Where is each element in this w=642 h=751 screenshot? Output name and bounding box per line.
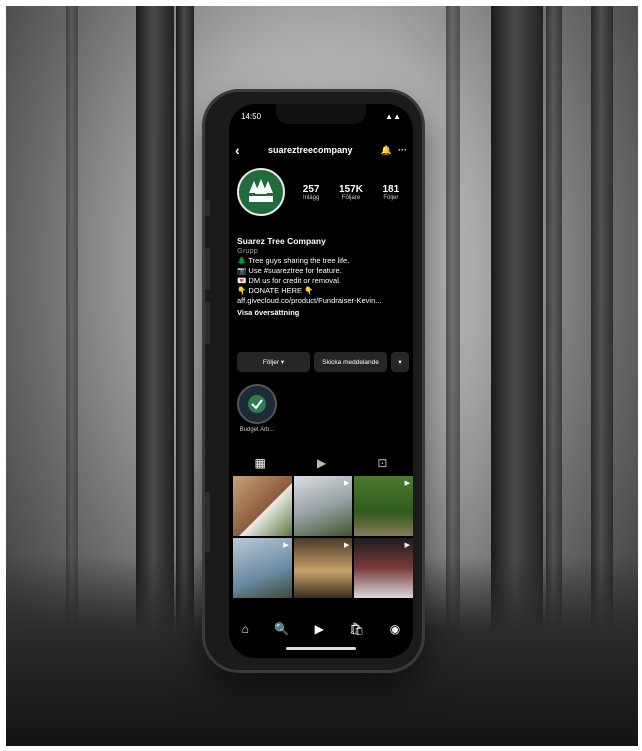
profile-icon[interactable]: ◉: [390, 622, 400, 636]
video-icon: ▶: [404, 480, 410, 487]
volume-down-button: [205, 302, 210, 344]
profile-tabs: ▦ ▶ ⊡: [229, 456, 413, 470]
highlight-label: Budget Arb...: [239, 427, 275, 433]
reels-tab-icon[interactable]: ▶: [317, 456, 326, 470]
instagram-profile-screen: 14:50 ▲▲ ‹ suareztreecompany 🔔 ··· 257 I…: [229, 104, 413, 658]
post-grid: ▶ ▶ ▶ ▶ ▶: [233, 476, 413, 598]
post-thumbnail[interactable]: ▶: [354, 476, 413, 536]
status-time: 14:50: [241, 112, 262, 121]
bio-line: 👇 DONATE HERE 👇: [237, 286, 314, 295]
bell-icon[interactable]: 🔔: [381, 145, 392, 156]
grid-tab-icon[interactable]: ▦: [255, 456, 266, 470]
signal-icon: ▲▲: [385, 112, 401, 121]
profile-header: ‹ suareztreecompany 🔔 ···: [235, 142, 407, 158]
reels-icon[interactable]: ▶: [315, 622, 324, 636]
bio-link[interactable]: aff.givecloud.co/product/Fundraiser-Kevi…: [237, 296, 407, 306]
stat-label: Inlägg: [302, 195, 320, 201]
post-thumbnail[interactable]: ▶: [233, 538, 292, 598]
bio-line: 🌲 Tree guys sharing the tree life.: [237, 256, 350, 265]
profile-stats: 257 Inlägg 157K Följare 181 Följer: [293, 184, 409, 201]
status-bar: 14:50 ▲▲: [241, 112, 401, 121]
post-thumbnail[interactable]: ▶: [354, 538, 413, 598]
bottom-navigation: ⌂ 🔍 ▶ 🛍 ◉: [229, 622, 413, 636]
stat-value: 157K: [339, 184, 363, 195]
stat-label: Följer: [383, 195, 399, 201]
shop-icon[interactable]: 🛍: [349, 622, 364, 636]
highlight-icon: [237, 384, 277, 424]
stat-value: 257: [302, 184, 320, 195]
tree-logo-icon: [249, 179, 273, 202]
checkmark-icon: [248, 395, 266, 413]
video-icon: ▶: [283, 542, 289, 549]
story-highlight[interactable]: Budget Arb...: [237, 384, 277, 433]
see-translation-link[interactable]: Visa översättning: [237, 308, 407, 318]
profile-username: suareztreecompany: [267, 145, 353, 155]
side-button: [205, 492, 210, 552]
stat-following[interactable]: 181 Följer: [383, 184, 400, 201]
volume-up-button: [205, 248, 210, 290]
home-indicator[interactable]: [286, 647, 356, 650]
tagged-tab-icon[interactable]: ⊡: [377, 456, 387, 470]
profile-bio: Suarez Tree Company Grupp 🌲 Tree guys sh…: [237, 236, 407, 318]
video-icon: ▶: [343, 480, 350, 487]
more-icon[interactable]: ···: [398, 145, 407, 155]
stat-followers[interactable]: 157K Följare: [339, 184, 363, 201]
suggested-dropdown-button[interactable]: ▾: [391, 352, 409, 372]
post-thumbnail[interactable]: ▶: [293, 538, 353, 598]
stat-posts[interactable]: 257 Inlägg: [303, 184, 320, 201]
search-icon[interactable]: 🔍: [274, 622, 289, 636]
post-thumbnail[interactable]: [233, 476, 292, 536]
bio-line: 💌 DM us for credit or removal.: [237, 276, 341, 285]
mute-switch: [205, 200, 210, 216]
avatar[interactable]: [237, 168, 285, 216]
video-icon: ▶: [343, 542, 350, 549]
message-button[interactable]: Skicka meddelande: [314, 352, 387, 372]
profile-name: Suarez Tree Company: [237, 236, 326, 246]
profile-actions: Följer ▾ Skicka meddelande ▾: [237, 352, 409, 372]
home-icon[interactable]: ⌂: [242, 622, 249, 636]
following-button[interactable]: Följer ▾: [237, 352, 310, 372]
profile-category: Grupp: [237, 246, 258, 255]
bio-line: 📷 Use #suareztree for feature.: [237, 266, 342, 275]
post-thumbnail[interactable]: ▶: [293, 476, 353, 536]
stat-label: Följare: [341, 195, 361, 201]
video-icon: ▶: [404, 542, 410, 549]
stat-value: 181: [382, 184, 400, 195]
